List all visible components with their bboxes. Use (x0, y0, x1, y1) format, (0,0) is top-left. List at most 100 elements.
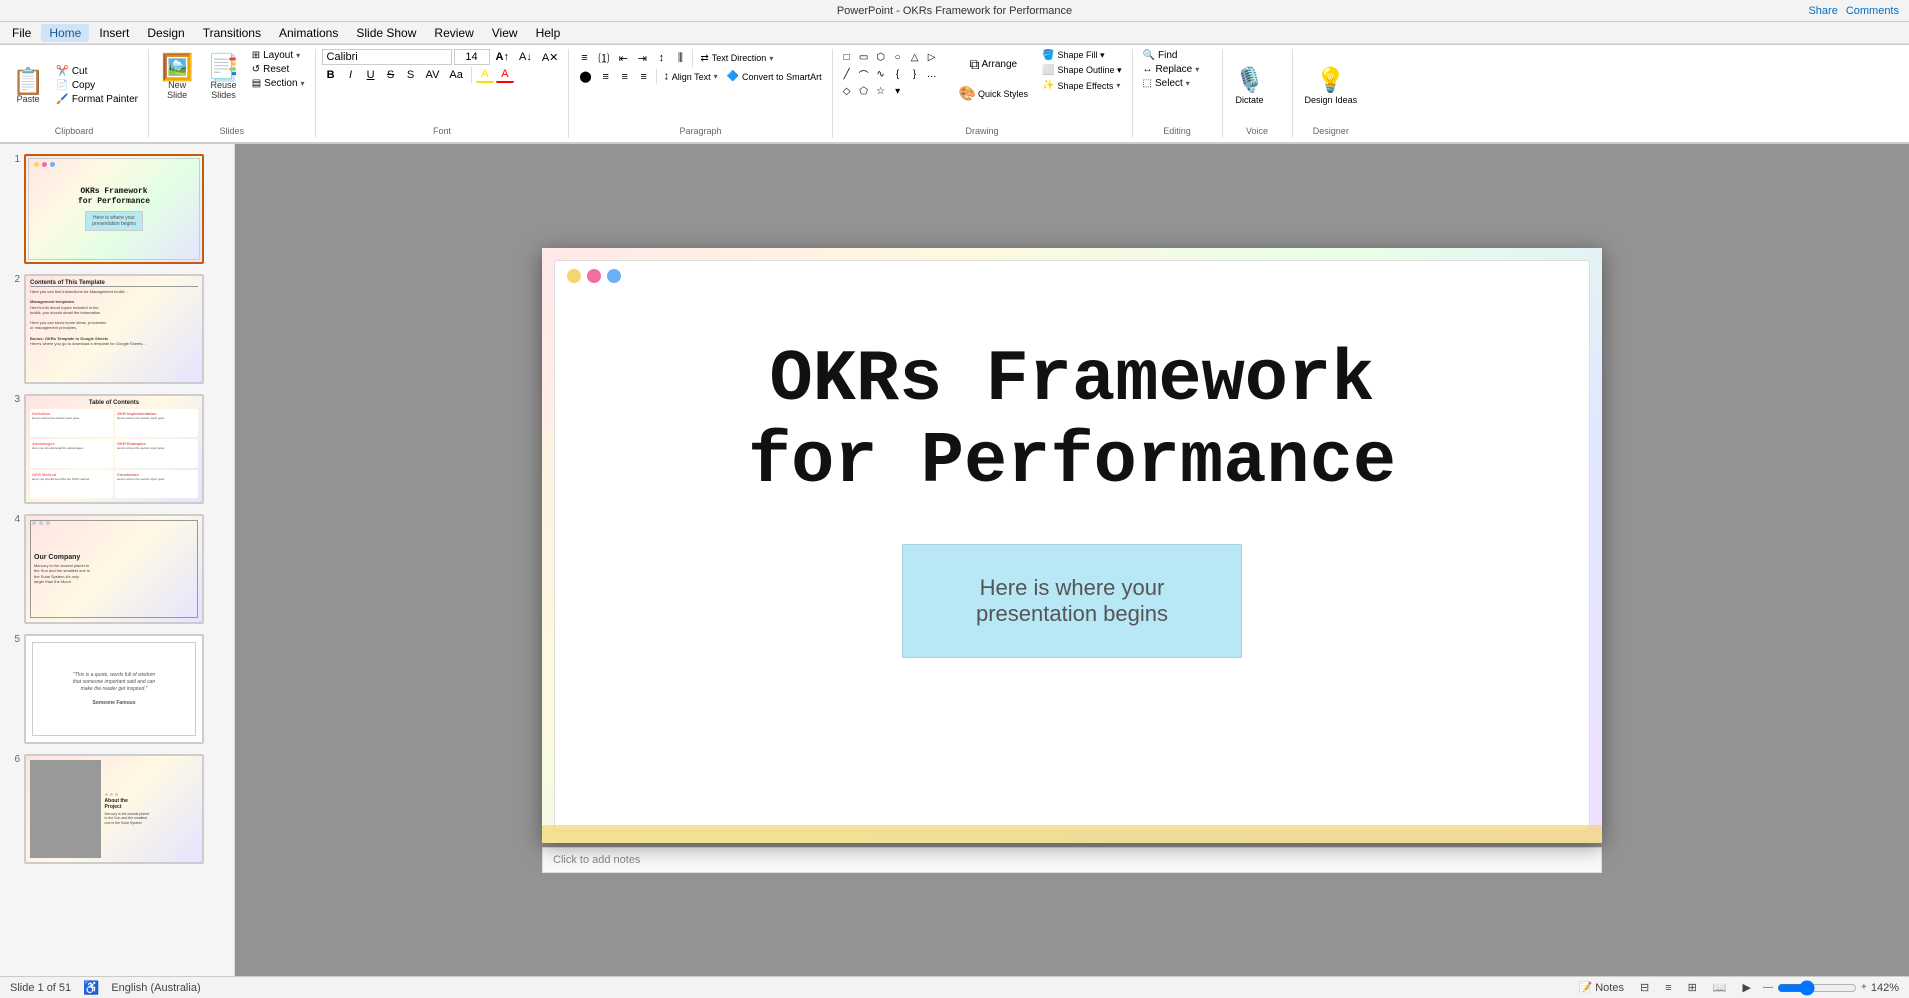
slide-thumb-1[interactable]: OKRs Frameworkfor Performance Here is wh… (24, 154, 204, 264)
increase-indent-button[interactable]: ⇥ (633, 51, 651, 66)
strikethrough-button[interactable]: S (382, 68, 400, 82)
slide-item-2[interactable]: 2 Contents of This Template Here you can… (4, 272, 230, 386)
shape-brace[interactable]: } (907, 66, 923, 82)
slide-main-title[interactable]: OKRs Framework for Performance (748, 339, 1396, 505)
menu-view[interactable]: View (484, 24, 526, 42)
arrange-button[interactable]: ⧉ Arrange (953, 49, 1034, 79)
menu-file[interactable]: File (4, 24, 39, 42)
notes-area[interactable]: Click to add notes (542, 847, 1602, 873)
menu-animations[interactable]: Animations (271, 24, 346, 42)
menu-review[interactable]: Review (426, 24, 481, 42)
menu-slideshow[interactable]: Slide Show (348, 24, 424, 42)
slide-item-6[interactable]: 6 About theProject Me (4, 752, 230, 866)
comments-button[interactable]: Comments (1846, 5, 1899, 17)
slide-thumb-2[interactable]: Contents of This Template Here you can f… (24, 274, 204, 384)
text-shadow-button[interactable]: S (402, 68, 420, 82)
quick-styles-button[interactable]: 🎨 Quick Styles (953, 81, 1034, 106)
text-direction-button[interactable]: ⇄ Text Direction ▾ (696, 52, 777, 65)
align-center-button[interactable]: ≡ (597, 70, 615, 84)
zoom-level[interactable]: 142% (1871, 982, 1899, 994)
shape-triangle[interactable]: △ (907, 49, 923, 65)
font-shrink-button[interactable]: A↓ (515, 50, 536, 64)
char-spacing-button[interactable]: AV (422, 68, 444, 82)
reuse-slides-button[interactable]: 📑 ReuseSlides (201, 49, 245, 104)
line-spacing-button[interactable]: ↕ (652, 51, 670, 65)
bold-button[interactable]: B (322, 68, 340, 82)
copy-button[interactable]: 📄 Copy (52, 79, 142, 92)
view-slide-sorter-button[interactable]: ⊞ (1684, 979, 1701, 996)
shape-curve[interactable]: ∿ (873, 66, 889, 82)
slide-subtitle-box[interactable]: Here is where yourpresentation begins (902, 544, 1242, 658)
shape-rect[interactable]: □ (839, 49, 855, 65)
slide-item-1[interactable]: 1 OKRs Frameworkfor Performance Here is … (4, 152, 230, 266)
view-outline-button[interactable]: ≡ (1661, 980, 1675, 996)
font-size-input[interactable] (454, 49, 490, 65)
shape-fill-button[interactable]: 🪣 Shape Fill ▾ (1038, 49, 1126, 62)
shape-oval[interactable]: ○ (890, 49, 906, 65)
zoom-plus-button[interactable]: + (1861, 982, 1867, 993)
shape-effects-button[interactable]: ✨ Shape Effects ▾ (1038, 79, 1126, 92)
slide-thumb-3[interactable]: Table of Contents Definition Here's wher… (24, 394, 204, 504)
paste-button[interactable]: 📋 Paste (6, 58, 50, 113)
font-grow-button[interactable]: A↑ (492, 50, 513, 64)
shape-connector[interactable]: ⌒ (856, 66, 872, 82)
bullets-button[interactable]: ≡ (575, 51, 593, 65)
slide-item-4[interactable]: 4 Our Company Mercury is the closest pla… (4, 512, 230, 626)
shape-line[interactable]: ╱ (839, 66, 855, 82)
reset-button[interactable]: ↺ Reset (248, 63, 309, 76)
shape-more[interactable]: … (924, 66, 940, 82)
slide-item-5[interactable]: 5 "This is a quote, words full of wisdom… (4, 632, 230, 746)
shape-bracket[interactable]: { (890, 66, 906, 82)
font-name-input[interactable] (322, 49, 452, 65)
menu-help[interactable]: Help (528, 24, 569, 42)
slide-thumb-4[interactable]: Our Company Mercury is the closest plane… (24, 514, 204, 624)
slide-item-3[interactable]: 3 Table of Contents Definition Here's wh… (4, 392, 230, 506)
shape-star[interactable]: ☆ (873, 83, 889, 99)
columns-button[interactable]: ⫼ (671, 51, 689, 66)
view-reading-button[interactable]: 📖 (1709, 979, 1731, 996)
view-slideshow-button[interactable]: ▶ (1739, 979, 1755, 996)
decrease-indent-button[interactable]: ⇤ (614, 51, 632, 66)
highlight-button[interactable]: A (476, 67, 494, 83)
slide-panel[interactable]: 1 OKRs Frameworkfor Performance Here is … (0, 144, 235, 976)
replace-button[interactable]: ↔ Replace ▾ (1139, 63, 1204, 76)
change-case-button[interactable]: Aa (445, 68, 466, 82)
numbering-button[interactable]: ⑴ (594, 49, 613, 67)
section-button[interactable]: ▤ Section ▾ (248, 77, 309, 90)
slide-thumb-5[interactable]: "This is a quote, words full of wisdom t… (24, 634, 204, 744)
underline-button[interactable]: U (362, 68, 380, 82)
notes-view-button[interactable]: 📝 Notes (1574, 979, 1628, 996)
cut-button[interactable]: ✂️ Cut (52, 65, 142, 78)
dictate-button[interactable]: 🎙️ Dictate (1229, 58, 1271, 113)
select-button[interactable]: ⬚ Select ▾ (1139, 77, 1204, 90)
align-right-button[interactable]: ≡ (616, 70, 634, 84)
menu-design[interactable]: Design (139, 24, 192, 42)
zoom-slider[interactable] (1777, 980, 1857, 996)
menu-home[interactable]: Home (41, 24, 89, 42)
slide-thumb-6[interactable]: About theProject Mercury is the closest … (24, 754, 204, 864)
shape-snip-rect[interactable]: ⬡ (873, 49, 889, 65)
font-color-button[interactable]: A (496, 67, 514, 83)
justify-button[interactable]: ≡ (635, 70, 653, 84)
shape-round-rect[interactable]: ▭ (856, 49, 872, 65)
shape-outline-button[interactable]: ⬜ Shape Outline ▾ (1038, 64, 1126, 77)
menu-insert[interactable]: Insert (91, 24, 137, 42)
font-clear-button[interactable]: A✕ (538, 50, 563, 65)
design-ideas-button[interactable]: 💡 Design Ideas (1299, 58, 1364, 113)
align-left-button[interactable]: ⬤ (575, 69, 595, 84)
shape-arrow-right[interactable]: ▷ (924, 49, 940, 65)
shape-pentagon[interactable]: ⬠ (856, 83, 872, 99)
new-slide-button[interactable]: 🖼️ NewSlide (155, 49, 199, 104)
zoom-minus-button[interactable]: — (1763, 982, 1773, 993)
shape-more2[interactable]: ▾ (890, 83, 906, 99)
convert-smartart-button[interactable]: 🔷 Convert to SmartArt (723, 70, 826, 83)
find-button[interactable]: 🔍 Find (1139, 49, 1204, 62)
align-text-button[interactable]: ↨ Align Text ▾ (660, 70, 722, 83)
share-button[interactable]: Share (1808, 5, 1837, 17)
view-normal-button[interactable]: ⊟ (1636, 979, 1653, 996)
shape-diamond[interactable]: ◇ (839, 83, 855, 99)
menu-transitions[interactable]: Transitions (195, 24, 269, 42)
italic-button[interactable]: I (342, 68, 360, 82)
slide-canvas[interactable]: OKRs Framework for Performance Here is w… (542, 248, 1602, 843)
format-painter-button[interactable]: 🖌️ Format Painter (52, 93, 142, 106)
